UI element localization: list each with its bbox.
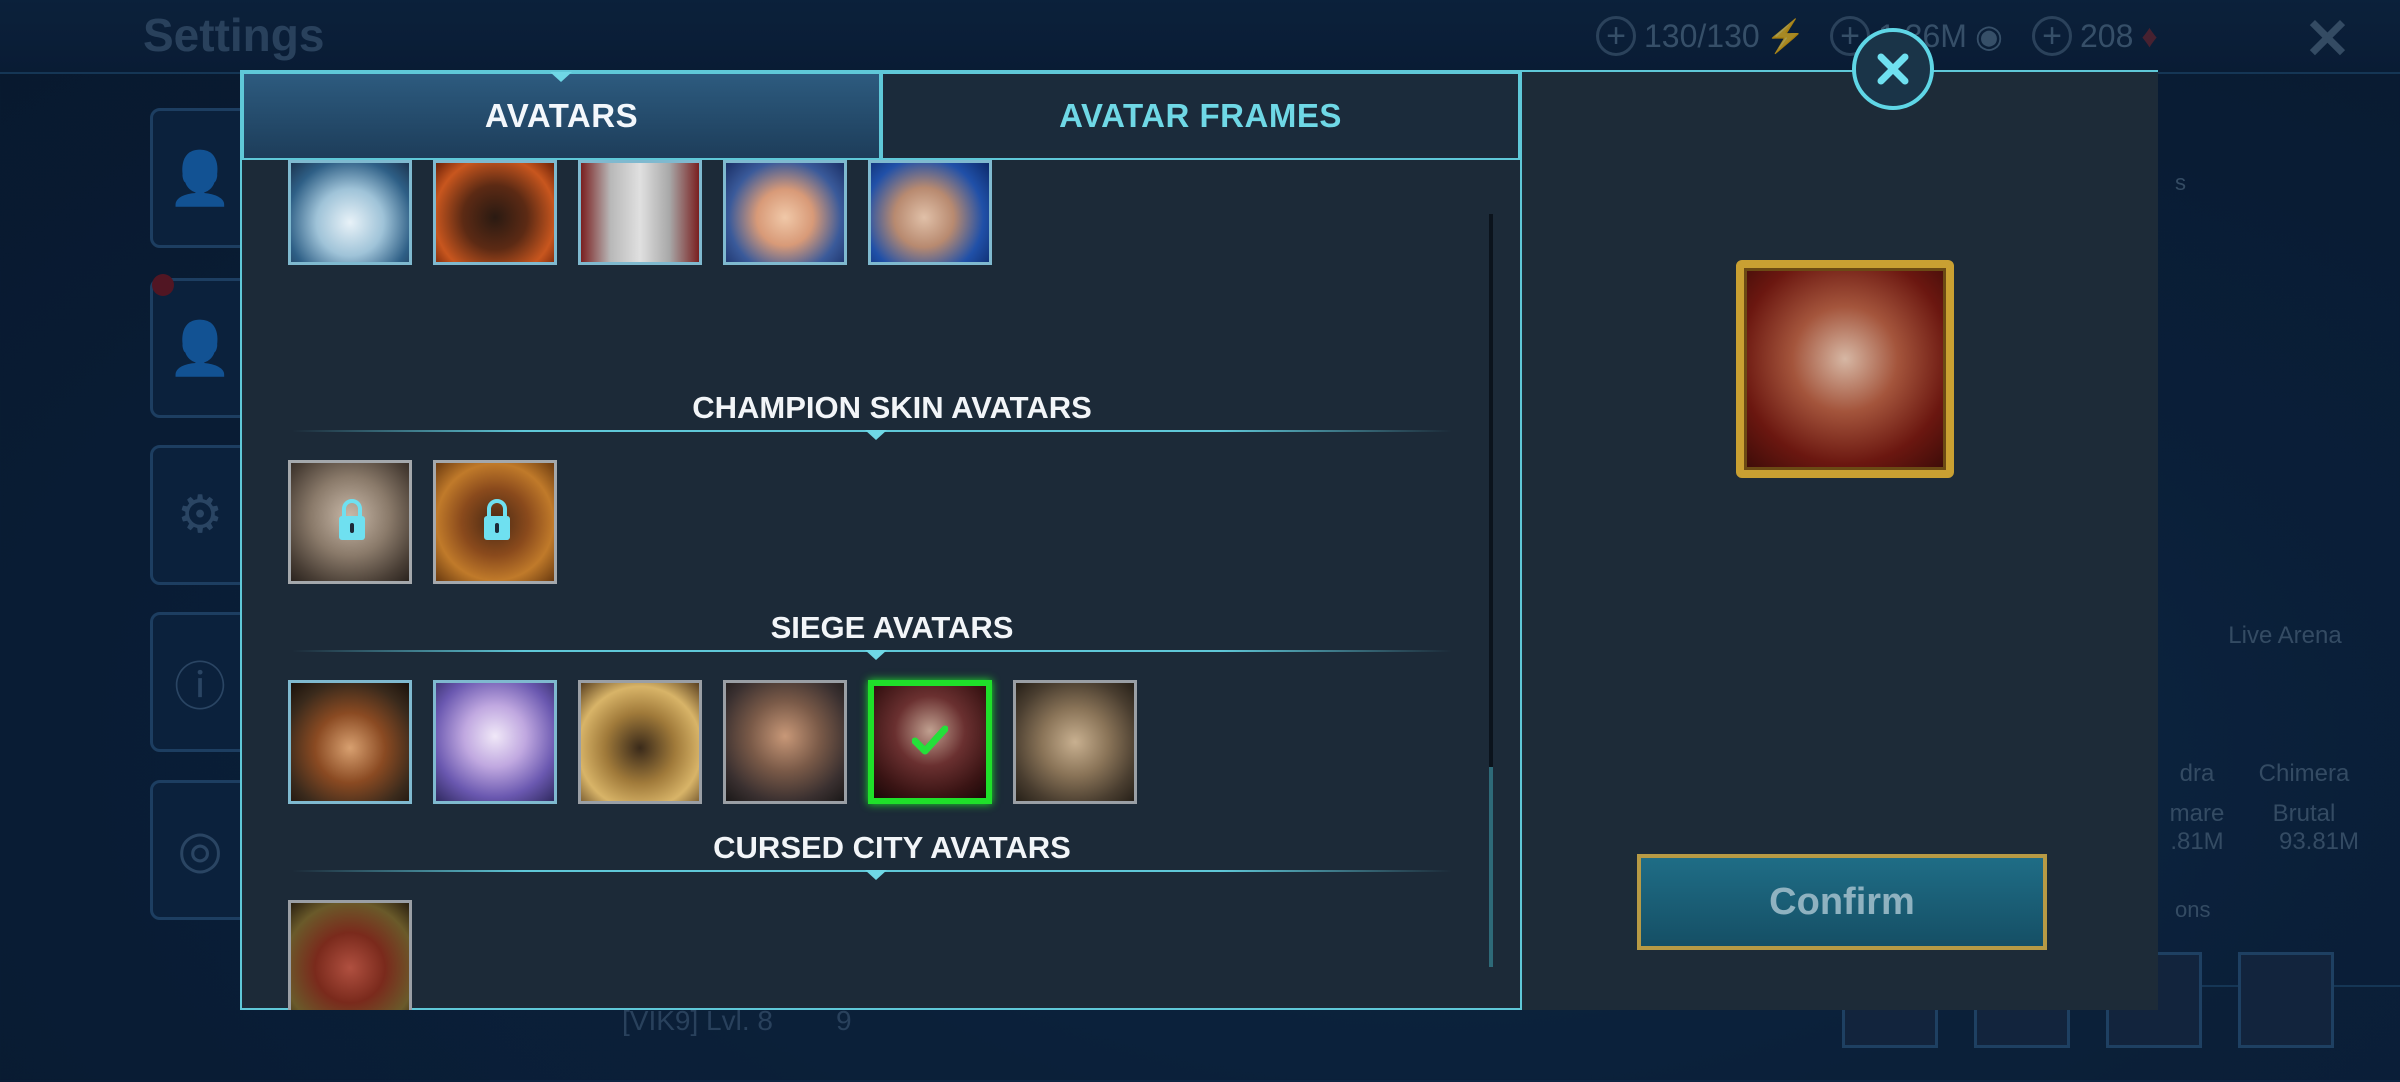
avatar-tabs: AVATARS AVATAR FRAMES <box>242 72 1520 160</box>
avatar-tile[interactable] <box>288 900 412 1010</box>
tab-avatar-frames[interactable]: AVATAR FRAMES <box>881 72 1520 160</box>
section-arrow-icon <box>865 650 887 660</box>
avatar-tile[interactable] <box>723 680 847 804</box>
avatar-tile-selected[interactable] <box>868 680 992 804</box>
avatar-tile[interactable] <box>578 680 702 804</box>
avatar-tile[interactable] <box>723 160 847 265</box>
avatar-tile-locked[interactable] <box>288 460 412 584</box>
close-modal-button[interactable] <box>1852 28 1934 110</box>
section-arrow-icon <box>865 430 887 440</box>
preview-panel: Confirm <box>1522 72 2158 1010</box>
avatar-tile[interactable] <box>433 160 557 265</box>
avatar-tile[interactable] <box>288 160 412 265</box>
avatar-tile[interactable] <box>578 160 702 265</box>
active-tab-indicator <box>550 72 572 82</box>
lock-icon <box>484 499 510 540</box>
scrollbar-thumb[interactable] <box>1489 767 1493 967</box>
avatar-modal: AVATARS AVATAR FRAMES CHAMPION SKIN AVAT… <box>240 70 2158 1010</box>
section-title-siege: SIEGE AVATARS <box>770 610 1014 645</box>
avatar-preview <box>1736 260 1954 478</box>
section-title-cursed-city: CURSED CITY AVATARS <box>713 830 1071 865</box>
avatar-tile[interactable] <box>1013 680 1137 804</box>
avatar-tile[interactable] <box>868 160 992 265</box>
confirm-button[interactable]: Confirm <box>1637 854 2047 950</box>
close-icon <box>1877 53 1909 85</box>
avatar-tile[interactable] <box>288 680 412 804</box>
section-title-champion-skin: CHAMPION SKIN AVATARS <box>692 390 1092 425</box>
avatar-tile[interactable] <box>433 680 557 804</box>
section-arrow-icon <box>865 870 887 880</box>
checkmark-icon <box>912 725 948 755</box>
avatar-tile-locked[interactable] <box>433 460 557 584</box>
lock-icon <box>339 499 365 540</box>
tab-avatars[interactable]: AVATARS <box>242 72 881 160</box>
avatar-list[interactable]: CHAMPION SKIN AVATARS SIEGE AVATARS CURS… <box>242 160 1520 1010</box>
